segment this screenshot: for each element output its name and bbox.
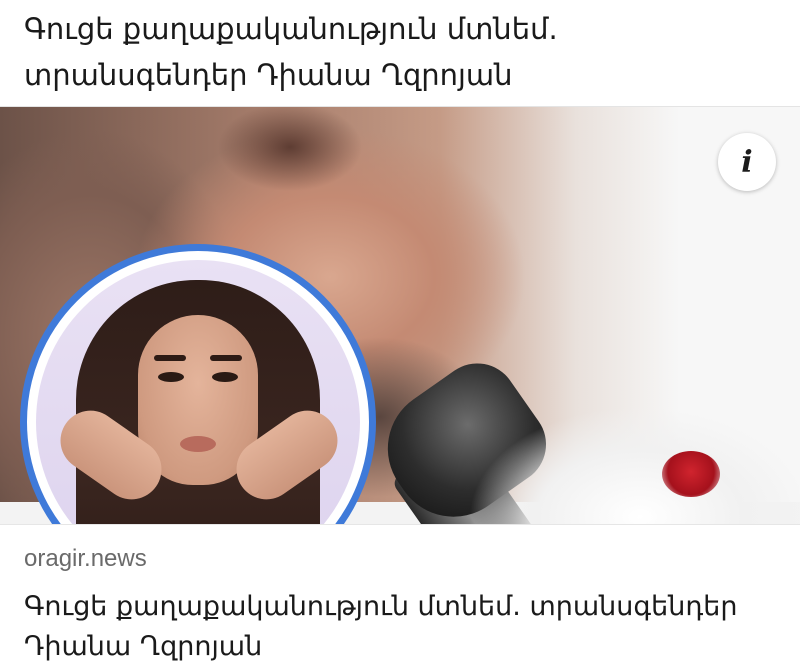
portrait-brow-right [210, 355, 242, 361]
portrait-eye-right [212, 372, 238, 382]
source-domain: oragir.news [24, 545, 147, 572]
link-preview-card[interactable] [0, 106, 800, 524]
portrait-background [36, 260, 360, 524]
portrait-lips [180, 436, 216, 452]
portrait-brow-left [154, 355, 186, 361]
link-preview-title[interactable]: Գուցե քաղաքականություն մտնեմ. տրանսգենդե… [24, 587, 784, 667]
link-preview-meta[interactable]: oragir.news Գուցե քաղաքականություն մտնեմ… [0, 524, 800, 669]
post-text: Գուցե քաղաքականություն մտնեմ. տրանսգենդե… [24, 12, 558, 92]
blood-stain [662, 451, 720, 497]
portrait-eye-left [158, 372, 184, 382]
photo-shadow [200, 107, 380, 247]
info-icon[interactable]: i [718, 133, 776, 191]
bandaged-hand [470, 407, 800, 524]
